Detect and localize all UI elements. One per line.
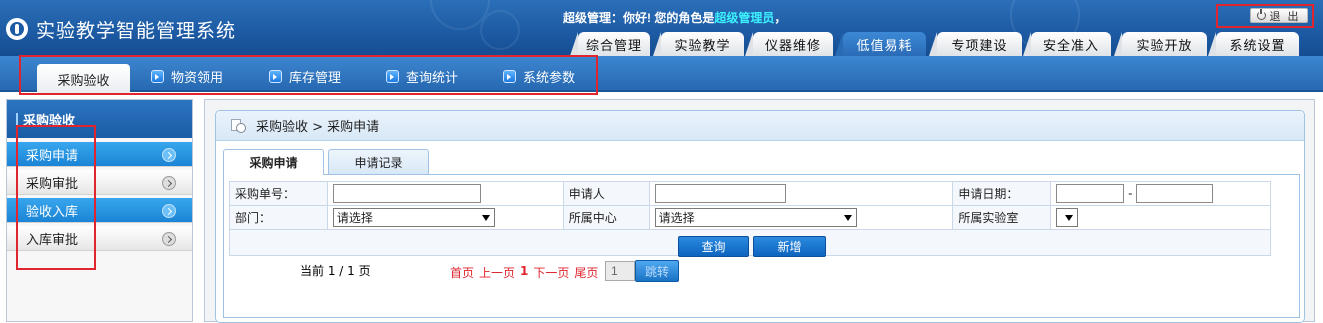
page-clock-icon	[231, 119, 246, 133]
main-tab-comprehensive[interactable]: 综合管理	[570, 32, 650, 56]
pager: 首页 上一页 1 下一页 尾页	[450, 264, 598, 281]
lab-select[interactable]	[1056, 208, 1079, 227]
chevron-right-icon	[162, 176, 176, 190]
query-button[interactable]: 查询	[678, 236, 749, 257]
go-button[interactable]: 跳转	[635, 260, 679, 282]
chevron-right-icon	[162, 232, 176, 246]
pager-first-link[interactable]: 首页	[450, 264, 474, 281]
date-label: 申请日期：	[952, 181, 1052, 206]
main-tab-safety[interactable]: 安全准入	[1023, 32, 1111, 56]
top-header: 实验教学智能管理系统 超级管理：你好! 您的角色是超级管理员， 综合管理 实验教…	[0, 0, 1323, 56]
user-role: 超级管理员	[714, 11, 775, 25]
date-separator: -	[1128, 186, 1133, 201]
dept-label: 部门：	[229, 205, 328, 230]
date-end-input[interactable]	[1136, 184, 1214, 203]
pager-current: 当前 1 / 1 页	[300, 264, 371, 278]
order-no-input[interactable]	[332, 184, 481, 203]
order-no-label: 采购单号：	[229, 181, 328, 206]
power-icon	[1257, 9, 1267, 20]
center-select[interactable]: 请选择	[654, 208, 857, 227]
search-form: 采购单号： 申请人 申请日期： - 部门： 请选择 所属中心 请选择 所属实验室	[229, 181, 1271, 256]
greeting-suffix: ，	[774, 11, 787, 25]
main-tab-projects[interactable]: 专项建设	[929, 32, 1022, 56]
main-tab-consumables[interactable]: 低值易耗	[835, 32, 926, 56]
main-tab-repair[interactable]: 仪器维修	[745, 32, 833, 56]
logout-label: 退 出	[1269, 10, 1301, 23]
breadcrumb-text: 采购验收 > 采购申请	[256, 120, 380, 135]
applicant-input[interactable]	[654, 184, 786, 203]
main-tab-teaching[interactable]: 实验教学	[653, 32, 744, 56]
center-select-value: 请选择	[658, 211, 695, 225]
dept-select-value: 请选择	[336, 211, 373, 225]
pager-next-link[interactable]: 下一页	[533, 264, 569, 281]
lab-label: 所属实验室	[952, 205, 1052, 230]
dept-select[interactable]: 请选择	[332, 208, 495, 227]
breadcrumb: 采购验收 > 采购申请	[216, 111, 1304, 141]
page-number-input[interactable]: 1	[605, 261, 635, 281]
pager-prev-link[interactable]: 上一页	[479, 264, 515, 281]
center-label: 所属中心	[562, 205, 650, 230]
tab-purchase-request[interactable]: 采购申请	[223, 149, 324, 175]
form-actions-row	[229, 229, 1271, 256]
chevron-right-icon	[162, 148, 176, 162]
main-tab-settings[interactable]: 系统设置	[1208, 32, 1299, 56]
sidebar-highlight-box	[16, 125, 96, 270]
pager-current-page: 1	[520, 264, 529, 278]
user-greeting: 超级管理：你好! 您的角色是超级管理员，	[563, 9, 786, 26]
subnav-highlight-box	[19, 55, 598, 95]
add-button[interactable]: 新增	[753, 236, 826, 257]
main-nav-tabs: 综合管理 实验教学 仪器维修 低值易耗 专项建设 安全准入 实验开放 系统设置	[0, 32, 1323, 56]
chevron-right-icon	[162, 204, 176, 218]
logout-button[interactable]: 退 出	[1250, 8, 1308, 23]
greeting-prefix: 超级管理：你好! 您的角色是	[563, 11, 715, 25]
pager-last-link[interactable]: 尾页	[574, 264, 598, 281]
applicant-label: 申请人	[562, 181, 650, 206]
main-tab-open-lab[interactable]: 实验开放	[1114, 32, 1207, 56]
date-start-input[interactable]	[1056, 184, 1125, 203]
tab-request-records[interactable]: 申请记录	[328, 149, 429, 174]
